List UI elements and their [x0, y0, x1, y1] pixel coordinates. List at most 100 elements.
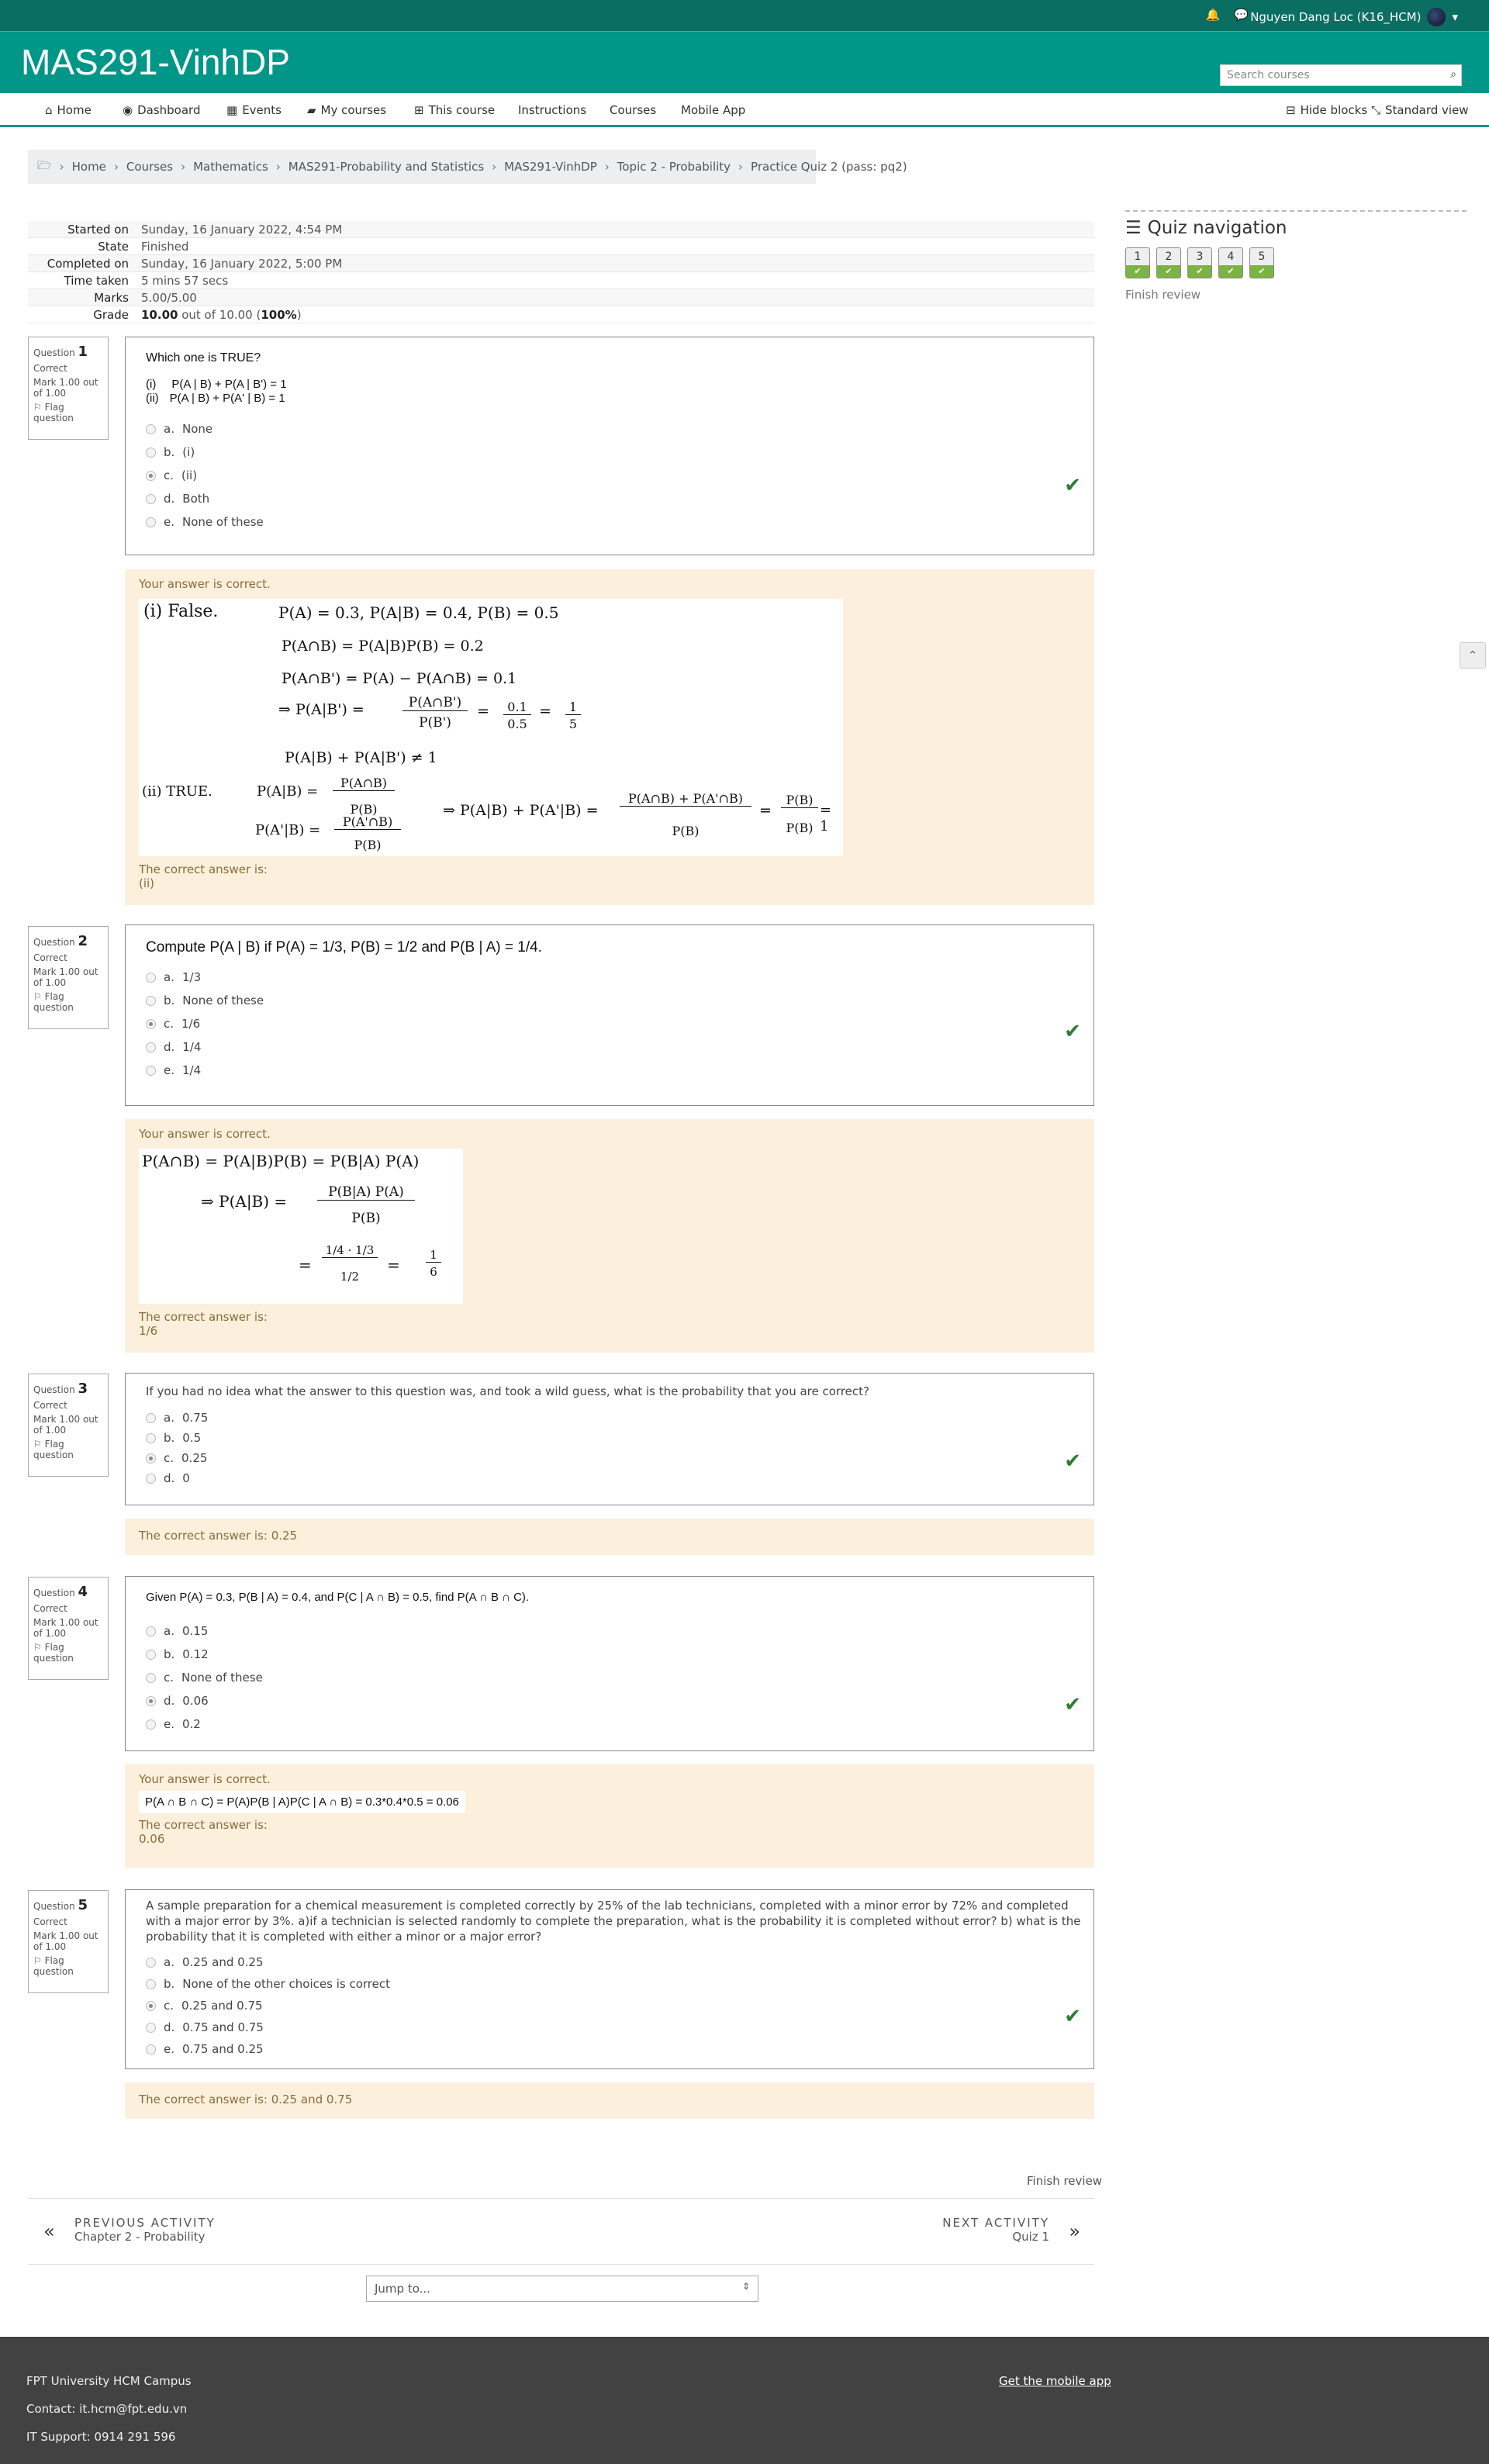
question-3-feedback: The correct answer is: 0.25 [125, 1519, 1094, 1555]
question-4: Given P(A) = 0.3, P(B | A) = 0.4, and P(… [125, 1576, 1094, 1751]
answer-options: a. 0.75 b. 0.5 c. 0.25 d. 0 [146, 1411, 1073, 1485]
breadcrumb-course[interactable]: MAS291-Probability and Statistics [288, 160, 484, 174]
quiz-nav-title: Quiz navigation [1147, 218, 1287, 238]
option-b[interactable]: b. None of these [146, 994, 1073, 1007]
summary-row: State Finished [28, 238, 1094, 255]
bell-icon[interactable]: 🔔 [1206, 8, 1221, 22]
flag-question[interactable]: ⚐ Flag question [33, 991, 103, 1013]
summary-row: Started on Sunday, 16 January 2022, 4:54 … [28, 221, 1094, 238]
expand-icon: ⊟ [1286, 103, 1296, 117]
option-b[interactable]: b. None of the other choices is correct [146, 1977, 1073, 1991]
avatar [1427, 8, 1446, 26]
question-status: Correct [33, 363, 67, 374]
nav-mobile-app[interactable]: Mobile App [681, 103, 745, 117]
check-icon: ✔ [1126, 265, 1149, 278]
breadcrumb-mathematics[interactable]: Mathematics [193, 160, 268, 174]
option-c[interactable]: c. (ii) [146, 468, 1073, 482]
quiz-nav-q1[interactable]: 1 ✔ [1125, 247, 1150, 278]
search-input[interactable]: Search courses ⌕ [1220, 64, 1462, 86]
question-text: Given P(A) = 0.3, P(B | A) = 0.4, and P(… [146, 1591, 530, 1604]
flag-question[interactable]: ⚐ Flag question [33, 1955, 103, 1977]
nav-instructions[interactable]: Instructions [518, 103, 586, 117]
breadcrumb-group[interactable]: MAS291-VinhDP [504, 160, 597, 174]
calendar-icon: ▦ [226, 103, 238, 117]
hide-blocks-button[interactable]: ⊟ Hide blocks [1286, 103, 1367, 117]
quiz-nav-q4[interactable]: 4 ✔ [1218, 247, 1243, 278]
option-d[interactable]: d. Both [146, 492, 1073, 506]
option-b[interactable]: b. (i) [146, 445, 1073, 459]
question-text: Which one is TRUE? [146, 351, 261, 365]
flag-icon: ⚐ [33, 1439, 42, 1450]
get-mobile-app-link[interactable]: Get the mobile app [999, 2374, 1111, 2388]
footer-contact[interactable]: Contact: it.hcm@fpt.edu.vn [26, 2402, 187, 2416]
option-c[interactable]: c. 0.25 and 0.75 [146, 1999, 1073, 2013]
option-a[interactable]: a. None [146, 422, 1073, 436]
site-header: MAS291-VinhDP Search courses ⌕ [0, 31, 1489, 93]
breadcrumb-home[interactable]: Home [72, 160, 106, 174]
flag-question[interactable]: ⚐ Flag question [33, 402, 103, 423]
chevron-up-icon: ⌃ [1467, 648, 1478, 662]
nav-events[interactable]: ▦ Events [226, 103, 282, 117]
messages-icon[interactable]: 💬 [1234, 8, 1249, 22]
correct-check-icon: ✔ [1064, 1450, 1081, 1473]
answer-options: a. None b. (i) c. (ii) d. Both e. None of the… [146, 422, 1073, 529]
nav-dashboard[interactable]: ◉ Dashboard [123, 103, 200, 117]
option-a[interactable]: a. 0.75 [146, 1411, 1073, 1425]
check-icon: ✔ [1219, 265, 1242, 278]
option-d[interactable]: d. 1/4 [146, 1040, 1073, 1054]
flag-icon: ⚐ [33, 991, 42, 1002]
option-d[interactable]: d. 0 [146, 1471, 1073, 1485]
option-c[interactable]: c. 0.25 [146, 1451, 1073, 1465]
breadcrumb-courses[interactable]: Courses [126, 160, 173, 174]
attempt-summary: Started on Sunday, 16 January 2022, 4:54 … [28, 221, 1094, 323]
scroll-to-top-button[interactable]: ⌃ [1460, 642, 1486, 669]
option-e[interactable]: e. 0.2 [146, 1717, 1073, 1731]
double-chevron-right-icon[interactable]: » [1069, 2220, 1080, 2242]
summary-row: Time taken 5 mins 57 secs [28, 272, 1094, 289]
previous-activity-link[interactable]: PREVIOUS ACTIVITY Chapter 2 - Probabilit… [74, 2216, 216, 2244]
quiz-navigation-block: ☰ Quiz navigation 1 ✔ 2 ✔ 3 ✔ 4 ✔ 5 ✔ Finish r… [1125, 210, 1467, 302]
breadcrumb-topic[interactable]: Topic 2 - Probability [617, 160, 731, 174]
nav-this-course[interactable]: ⊞ This course [414, 103, 495, 117]
option-b[interactable]: b. 0.12 [146, 1647, 1073, 1661]
option-d[interactable]: d. 0.75 and 0.75 [146, 2020, 1073, 2034]
finish-review-link[interactable]: Finish review [1125, 288, 1467, 302]
flag-icon: ⚐ [33, 1642, 42, 1653]
nav-home[interactable]: ⌂ Home [45, 103, 92, 117]
finish-review-link[interactable]: Finish review [1027, 2174, 1102, 2188]
correct-check-icon: ✔ [1064, 1020, 1081, 1043]
option-d[interactable]: d. 0.06 [146, 1694, 1073, 1708]
option-c[interactable]: c. 1/6 [146, 1017, 1073, 1031]
search-placeholder: Search courses [1227, 69, 1310, 81]
jump-to-select[interactable]: Jump to... ⇕ [366, 2276, 758, 2302]
check-icon: ✔ [1157, 265, 1180, 278]
option-a[interactable]: a. 0.15 [146, 1624, 1073, 1638]
standard-view-button[interactable]: ⤡ Standard view [1371, 103, 1469, 117]
sitemap-icon: ⊞ [414, 103, 424, 117]
question-mark: Mark 1.00 out of 1.00 [33, 1930, 98, 1952]
breadcrumb: 🗁 › Home › Courses › Mathematics › MAS29… [28, 150, 907, 184]
flag-question[interactable]: ⚐ Flag question [33, 1439, 103, 1460]
next-activity-link[interactable]: NEXT ACTIVITY Quiz 1 [942, 2216, 1049, 2244]
quiz-nav-q2[interactable]: 2 ✔ [1156, 247, 1181, 278]
flag-question[interactable]: ⚐ Flag question [33, 1642, 103, 1664]
option-e[interactable]: e. 0.75 and 0.25 [146, 2042, 1073, 2056]
user-menu[interactable]: Nguyen Dang Loc (K16_HCM) ▾ [1250, 8, 1458, 26]
option-a[interactable]: a. 0.25 and 0.25 [146, 1955, 1073, 1969]
quiz-nav-q5[interactable]: 5 ✔ [1249, 247, 1274, 278]
option-e[interactable]: e. 1/4 [146, 1063, 1073, 1077]
nav-my-courses[interactable]: ▰ My courses [307, 103, 386, 117]
option-a[interactable]: a. 1/3 [146, 970, 1073, 984]
option-e[interactable]: e. None of these [146, 515, 1073, 529]
option-c[interactable]: c. None of these [146, 1671, 1073, 1685]
footer-support: IT Support: 0914 291 596 [26, 2430, 176, 2444]
breadcrumb-quiz[interactable]: Practice Quiz 2 (pass: pq2) [751, 160, 907, 174]
option-b[interactable]: b. 0.5 [146, 1431, 1073, 1445]
summary-row: Completed on Sunday, 16 January 2022, 5:0… [28, 255, 1094, 272]
search-icon[interactable]: ⌕ [1450, 68, 1456, 81]
nav-courses[interactable]: Courses [610, 103, 656, 117]
site-title[interactable]: MAS291-VinhDP [21, 41, 290, 83]
footer-campus: FPT University HCM Campus [26, 2374, 192, 2388]
double-chevron-left-icon[interactable]: « [43, 2220, 55, 2242]
quiz-nav-q3[interactable]: 3 ✔ [1187, 247, 1212, 278]
